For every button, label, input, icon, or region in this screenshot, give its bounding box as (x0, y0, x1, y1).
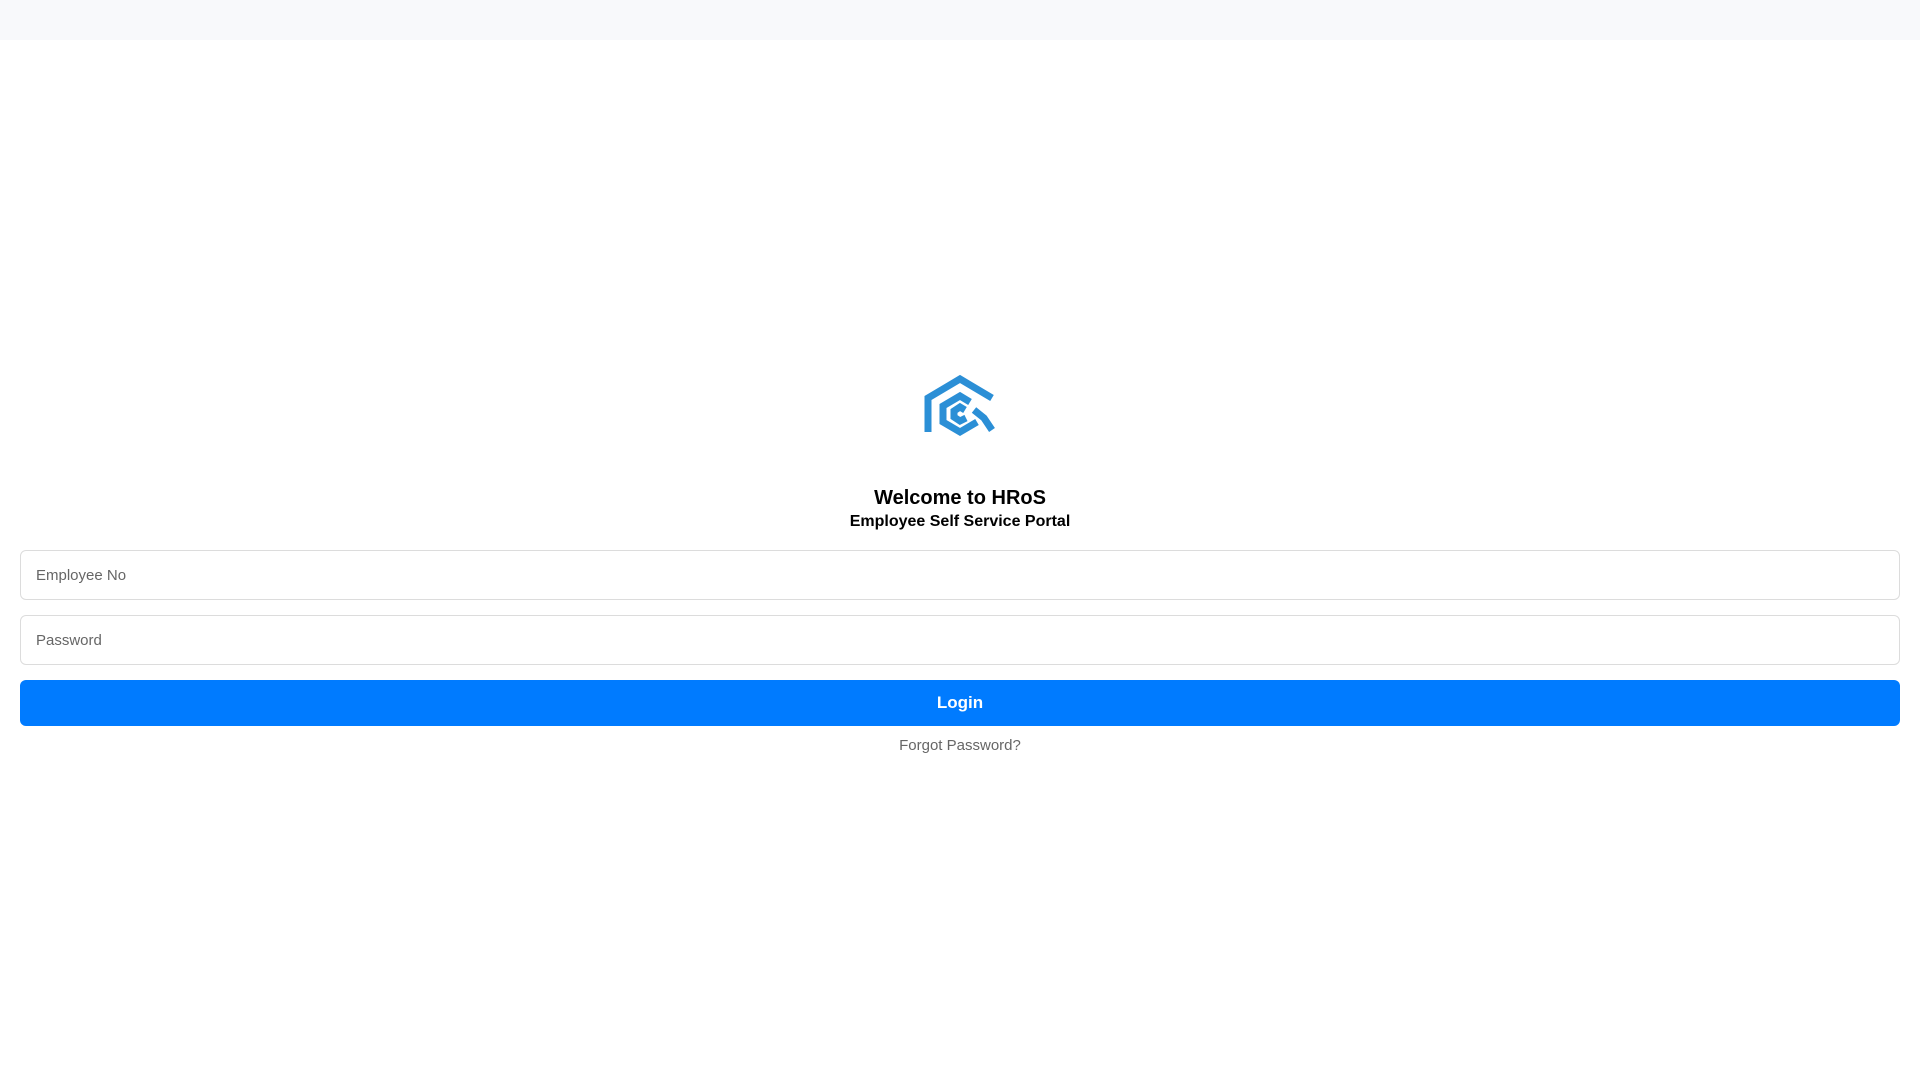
top-bar (0, 0, 1920, 40)
welcome-title: Welcome to HRoS (874, 487, 1046, 509)
password-input[interactable] (20, 615, 1900, 665)
portal-subtitle: Employee Self Service Portal (849, 513, 1071, 530)
forgot-password-link[interactable]: Forgot Password? (899, 737, 1021, 754)
login-container: Welcome to HRoS Employee Self Service Po… (20, 374, 1900, 754)
hros-logo-icon (924, 374, 995, 437)
login-button[interactable]: Login (20, 680, 1900, 726)
employee-no-input[interactable] (20, 550, 1900, 600)
